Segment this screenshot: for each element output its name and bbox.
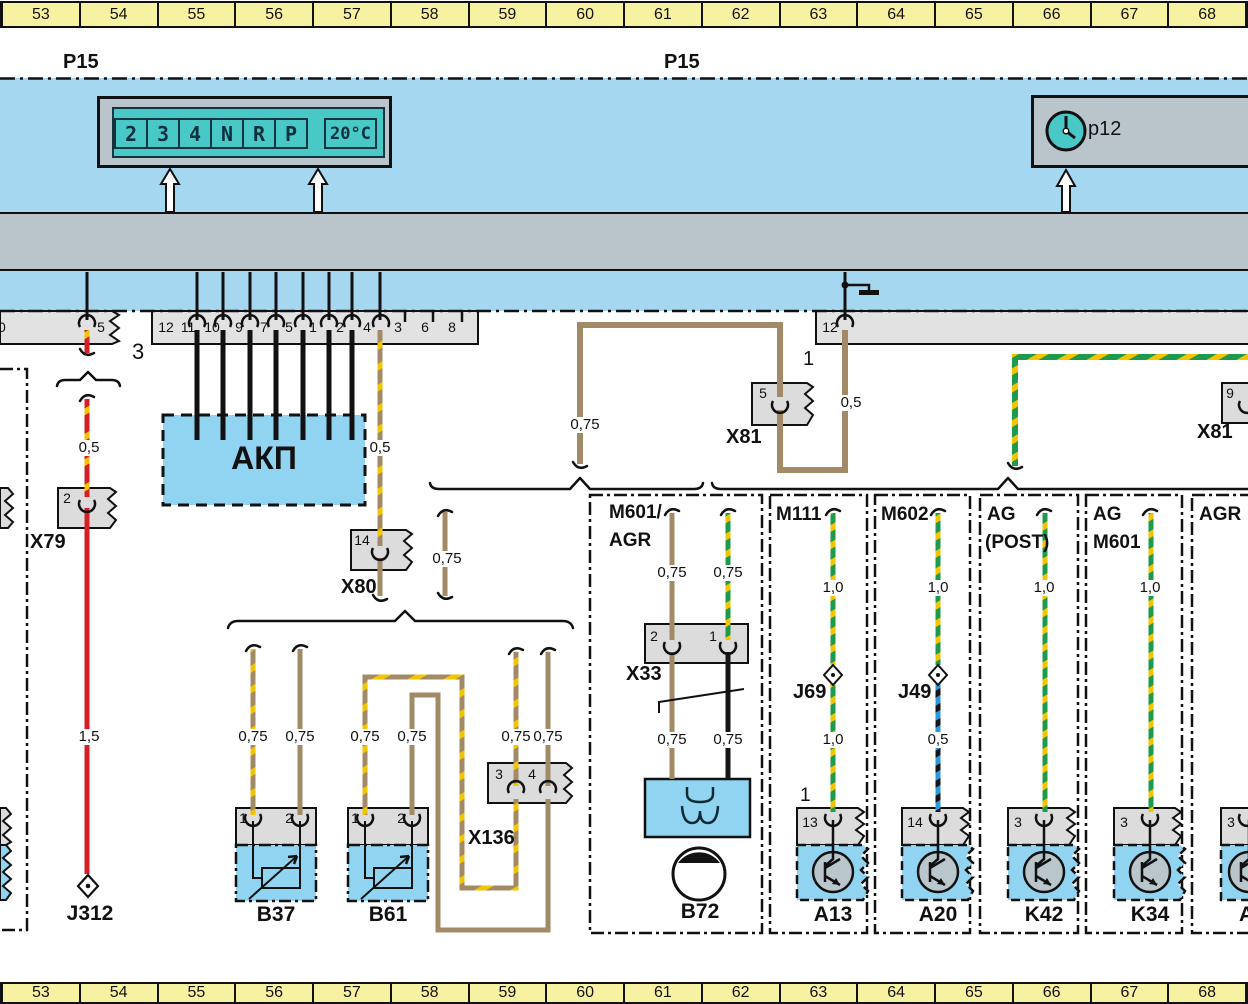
b37-label: B37 — [257, 904, 296, 926]
gauge: 0,75 — [430, 551, 463, 567]
left-strip-pin-5: 5 — [97, 320, 105, 335]
x33-label: X33 — [626, 664, 662, 685]
k42-label: K42 — [1025, 904, 1064, 926]
gauge: 0,5 — [368, 440, 393, 456]
left-strip-pin-10: 10 — [0, 320, 6, 335]
gauge: 0,5 — [926, 732, 951, 748]
main-pin: 4 — [363, 320, 371, 335]
col1-title-1: M601/ — [609, 503, 662, 523]
k34-label: K34 — [1131, 904, 1170, 926]
x136-pin-3: 3 — [495, 767, 503, 782]
k34-pin: 3 — [1120, 815, 1128, 830]
j312-label: J312 — [67, 903, 114, 925]
gauge: 1,0 — [926, 580, 951, 596]
red-wire-j312 — [78, 330, 98, 897]
main-pin: 3 — [394, 320, 402, 335]
col5-title-2: M601 — [1093, 533, 1141, 553]
gauge: 1,0 — [821, 732, 846, 748]
display-arrows — [161, 169, 1075, 212]
main-strip-ref: 3 — [132, 340, 144, 363]
column-wires — [831, 513, 1154, 812]
x33-pin-1: 1 — [709, 629, 717, 644]
x136-label: X136 — [468, 828, 515, 849]
main-pin: 1 — [309, 320, 317, 335]
b37-pin-1: 1 — [239, 811, 247, 826]
main-pin: 5 — [285, 320, 293, 335]
gauge: 0,75 — [531, 729, 564, 745]
a13-pin: 13 — [802, 815, 818, 830]
gauge: 1,0 — [1032, 580, 1057, 596]
clock-icon — [1047, 112, 1085, 150]
gauge: 0,75 — [655, 565, 688, 581]
gauge: 0,75 — [711, 732, 744, 748]
x136-pin-4: 4 — [528, 767, 536, 782]
x81-right-label: X81 — [1197, 422, 1233, 443]
x80-pin: 14 — [354, 533, 370, 548]
main-pin: 2 — [336, 320, 344, 335]
green-wire-x81-right — [1012, 354, 1248, 466]
col3-title: M602 — [881, 505, 929, 525]
b72-label: B72 — [681, 901, 720, 923]
p12-label: p12 — [1088, 119, 1121, 140]
main-pin: 7 — [260, 320, 268, 335]
gauge: 0,75 — [283, 729, 316, 745]
ground-symbol — [842, 282, 880, 296]
gauge: 0,75 — [568, 417, 601, 433]
main-pin: 10 — [204, 320, 220, 335]
gauge: 1,5 — [77, 729, 102, 745]
gauge: 1,0 — [1138, 580, 1163, 596]
b61-pin-2: 2 — [397, 811, 405, 826]
b61-label: B61 — [369, 904, 408, 926]
x81-right-pin: 9 — [1226, 386, 1234, 401]
j49-label: J49 — [898, 682, 931, 703]
col4-title-2: (POST) — [985, 533, 1049, 553]
gauge: 0,75 — [655, 732, 688, 748]
gauge: 0,5 — [77, 440, 102, 456]
x81-left-pin: 5 — [759, 386, 767, 401]
p15-label-right: P15 — [664, 52, 700, 73]
a13-label: A13 — [814, 904, 853, 926]
col5-title-1: AG — [1093, 505, 1122, 525]
k42-pin: 3 — [1014, 815, 1022, 830]
x79-label: X79 — [30, 532, 66, 553]
gauge: 0,5 — [839, 395, 864, 411]
col2-conn-ref: 1 — [800, 786, 811, 806]
col4-title-1: AG — [987, 505, 1016, 525]
gauge: 0,75 — [236, 729, 269, 745]
col2-title: M111 — [776, 505, 821, 525]
x80-label: X80 — [341, 577, 377, 598]
gauge: 1,0 — [821, 580, 846, 596]
gauge: 0,75 — [395, 729, 428, 745]
gauge: 0,75 — [348, 729, 381, 745]
wiring-diagram-page: 53545556575859606162636465666768 5354555… — [0, 0, 1248, 1004]
x79-pin: 2 — [63, 491, 71, 506]
agr-partial-label: A — [1239, 904, 1248, 926]
col1-title-2: AGR — [609, 531, 651, 551]
b37-pin-2: 2 — [285, 811, 293, 826]
col6-title: AGR — [1199, 505, 1241, 525]
a20-label: A20 — [919, 904, 958, 926]
gauge: 0,75 — [711, 565, 744, 581]
main-pin: 8 — [448, 320, 456, 335]
p15-label-left: P15 — [63, 52, 99, 73]
a20-pin: 14 — [907, 815, 923, 830]
j69-label: J69 — [793, 682, 826, 703]
x33-pin-2: 2 — [650, 629, 658, 644]
b61-pin-1: 1 — [351, 811, 359, 826]
main-pin: 9 — [235, 320, 243, 335]
main-pin: 12 — [158, 320, 174, 335]
right-strip-pin-12: 12 — [822, 320, 838, 335]
right-strip-ref: 1 — [803, 349, 814, 370]
gauge: 0,75 — [499, 729, 532, 745]
main-pin: 6 — [421, 320, 429, 335]
agr-pin: 3 — [1227, 815, 1235, 830]
x81-left-label: X81 — [726, 427, 762, 448]
main-pin: 11 — [181, 320, 196, 335]
akp-label: АКП — [231, 442, 297, 476]
